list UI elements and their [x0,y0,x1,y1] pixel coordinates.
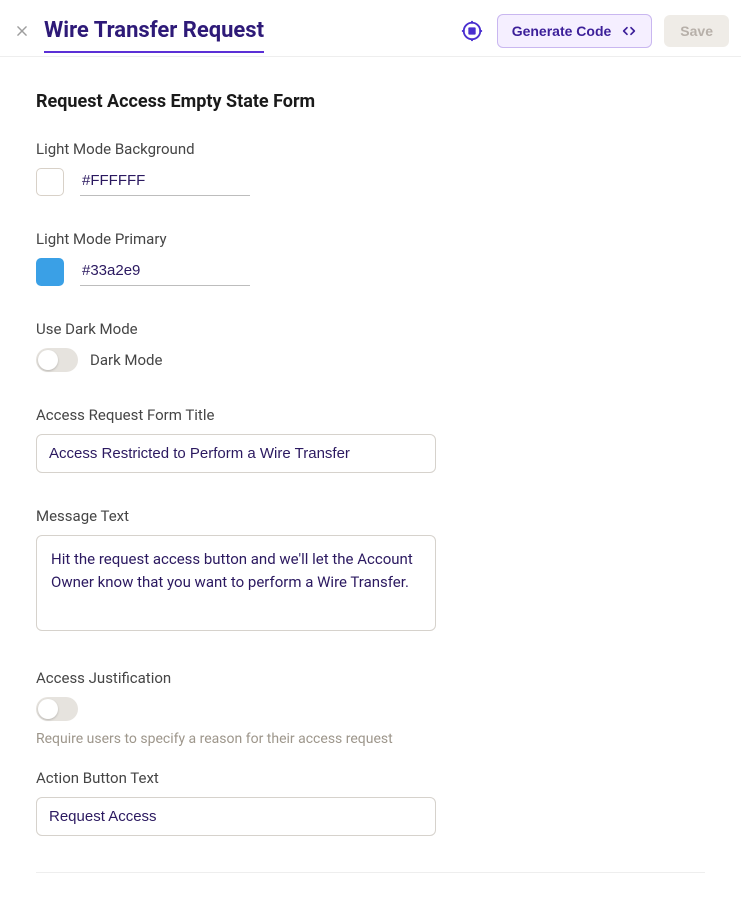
chip-icon[interactable] [461,20,483,42]
dark-mode-section-label: Use Dark Mode [36,320,705,338]
save-label: Save [680,23,713,39]
divider [36,872,705,873]
code-icon [621,23,637,39]
dark-mode-field: Use Dark Mode Dark Mode [36,320,705,372]
justification-toggle[interactable] [36,697,78,721]
form-title-input[interactable] [36,434,436,473]
justification-help: Require users to specify a reason for th… [36,731,705,747]
dark-mode-toggle[interactable] [36,348,78,372]
save-button[interactable]: Save [664,15,729,47]
action-button-input[interactable] [36,797,436,836]
page-title: Wire Transfer Request [44,18,264,53]
message-textarea[interactable] [36,535,436,631]
generate-code-button[interactable]: Generate Code [497,14,653,48]
light-bg-label: Light Mode Background [36,140,705,158]
light-primary-swatch[interactable] [36,258,64,286]
section-title: Request Access Empty State Form [36,91,705,112]
header: Wire Transfer Request Generate Code Save [0,0,741,57]
content: Request Access Empty State Form Light Mo… [0,57,741,897]
light-primary-label: Light Mode Primary [36,230,705,248]
light-bg-field: Light Mode Background [36,140,705,196]
justification-label: Access Justification [36,669,705,687]
action-button-field: Action Button Text [36,769,705,836]
message-label: Message Text [36,507,705,525]
light-primary-input[interactable] [80,258,250,286]
form-title-label: Access Request Form Title [36,406,705,424]
message-field: Message Text [36,507,705,635]
close-icon[interactable] [12,21,32,41]
light-primary-field: Light Mode Primary [36,230,705,286]
light-bg-swatch[interactable] [36,168,64,196]
justification-field: Access Justification Require users to sp… [36,669,705,747]
generate-code-label: Generate Code [512,23,612,39]
action-button-label: Action Button Text [36,769,705,787]
light-bg-input[interactable] [80,168,250,196]
form-title-field: Access Request Form Title [36,406,705,473]
dark-mode-toggle-label: Dark Mode [90,351,162,369]
